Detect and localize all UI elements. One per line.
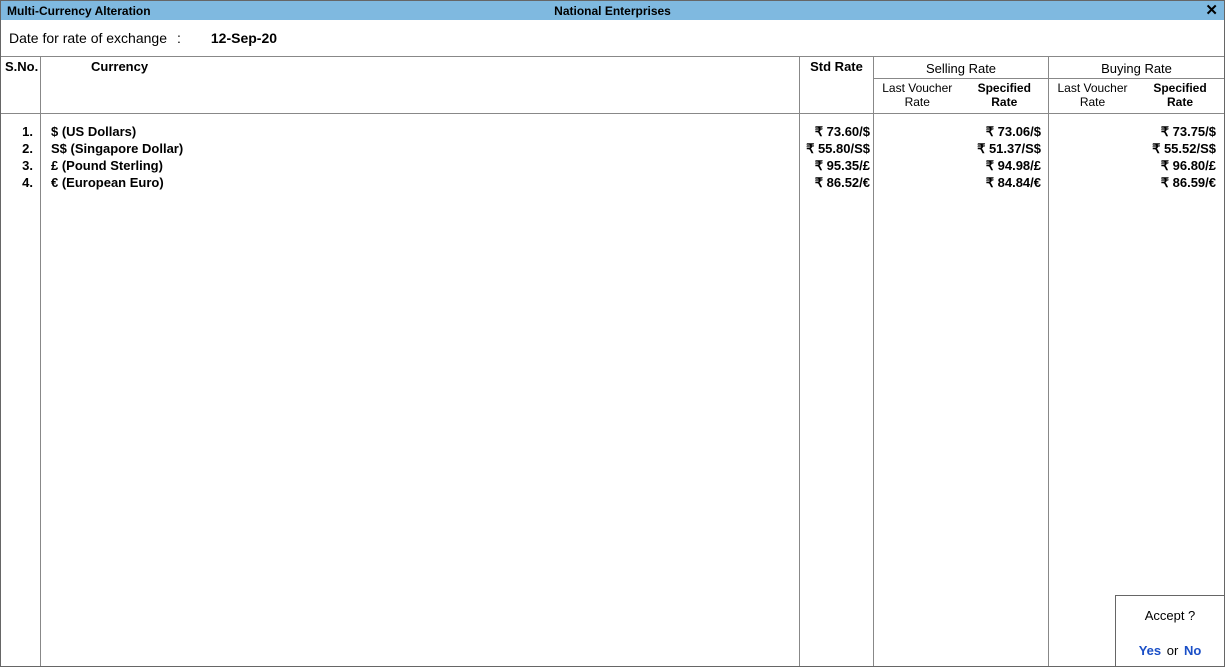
cell-buy-last (1049, 158, 1136, 175)
header-buying: Buying Rate Last VoucherRate SpecifiedRa… (1049, 57, 1224, 113)
exchange-date-label: Date for rate of exchange (9, 30, 167, 46)
cell-sno: 1. (1, 124, 41, 141)
cell-sno: 3. (1, 158, 41, 175)
cell-buy-spec[interactable]: ₹ 96.80/£ (1136, 158, 1224, 175)
cell-buy-last (1049, 141, 1136, 158)
company-name: National Enterprises (554, 4, 671, 18)
cell-sell-last (874, 124, 961, 141)
table-row[interactable]: 4. € (European Euro) ₹ 86.52/€ ₹ 84.84/€… (1, 175, 1224, 192)
grid-body: 1. $ (US Dollars) ₹ 73.60/$ ₹ 73.06/$ ₹ … (1, 114, 1224, 666)
cell-sell-spec[interactable]: ₹ 51.37/S$ (961, 141, 1049, 158)
accept-title: Accept ? (1145, 608, 1196, 623)
header-currency: Currency (41, 57, 800, 113)
rates-grid: S.No. Currency Std Rate Selling Rate Las… (1, 56, 1224, 666)
cell-buy-last (1049, 124, 1136, 141)
cell-std-rate[interactable]: ₹ 95.35/£ (800, 158, 874, 175)
accept-or: or (1165, 643, 1181, 658)
cell-currency: $ (US Dollars) (41, 124, 800, 141)
table-row[interactable]: 1. $ (US Dollars) ₹ 73.60/$ ₹ 73.06/$ ₹ … (1, 124, 1224, 141)
header-sno: S.No. (1, 57, 41, 113)
cell-buy-spec[interactable]: ₹ 86.59/€ (1136, 175, 1224, 192)
cell-buy-last (1049, 175, 1136, 192)
cell-std-rate[interactable]: ₹ 55.80/S$ (800, 141, 874, 158)
header-buying-specified: SpecifiedRate (1136, 79, 1224, 111)
exchange-date-row: Date for rate of exchange : 12-Sep-20 (1, 20, 1224, 56)
close-icon[interactable]: ✕ (1205, 4, 1218, 18)
header-selling-last-voucher: Last VoucherRate (874, 79, 961, 111)
accept-yes-button[interactable]: Yes (1139, 643, 1161, 658)
header-selling: Selling Rate Last VoucherRate SpecifiedR… (874, 57, 1049, 113)
cell-sell-spec[interactable]: ₹ 73.06/$ (961, 124, 1049, 141)
table-row[interactable]: 3. £ (Pound Sterling) ₹ 95.35/£ ₹ 94.98/… (1, 158, 1224, 175)
cell-std-rate[interactable]: ₹ 73.60/$ (800, 124, 874, 141)
cell-currency: € (European Euro) (41, 175, 800, 192)
accept-dialog: Accept ? Yes or No (1115, 595, 1225, 667)
cell-sell-last (874, 141, 961, 158)
cell-buy-spec[interactable]: ₹ 73.75/$ (1136, 124, 1224, 141)
cell-sell-spec[interactable]: ₹ 94.98/£ (961, 158, 1049, 175)
window-title: Multi-Currency Alteration (7, 4, 151, 18)
cell-sell-spec[interactable]: ₹ 84.84/€ (961, 175, 1049, 192)
cell-currency: S$ (Singapore Dollar) (41, 141, 800, 158)
cell-std-rate[interactable]: ₹ 86.52/€ (800, 175, 874, 192)
table-row[interactable]: 2. S$ (Singapore Dollar) ₹ 55.80/S$ ₹ 51… (1, 141, 1224, 158)
header-row: S.No. Currency Std Rate Selling Rate Las… (1, 57, 1224, 114)
cell-sno: 4. (1, 175, 41, 192)
header-buying-label: Buying Rate (1049, 59, 1224, 78)
multi-currency-window: Multi-Currency Alteration National Enter… (0, 0, 1225, 667)
colon: : (175, 30, 185, 46)
cell-sell-last (874, 175, 961, 192)
cell-sno: 2. (1, 141, 41, 158)
header-std-rate: Std Rate (800, 57, 874, 113)
data-rows: 1. $ (US Dollars) ₹ 73.60/$ ₹ 73.06/$ ₹ … (1, 114, 1224, 666)
header-selling-specified: SpecifiedRate (961, 79, 1049, 111)
cell-buy-spec[interactable]: ₹ 55.52/S$ (1136, 141, 1224, 158)
accept-no-button[interactable]: No (1184, 643, 1201, 658)
accept-actions: Yes or No (1139, 643, 1202, 658)
cell-sell-last (874, 158, 961, 175)
header-buying-last-voucher: Last VoucherRate (1049, 79, 1136, 111)
exchange-date-value[interactable]: 12-Sep-20 (193, 30, 277, 46)
title-bar: Multi-Currency Alteration National Enter… (1, 1, 1224, 20)
cell-currency: £ (Pound Sterling) (41, 158, 800, 175)
header-selling-label: Selling Rate (874, 59, 1048, 78)
